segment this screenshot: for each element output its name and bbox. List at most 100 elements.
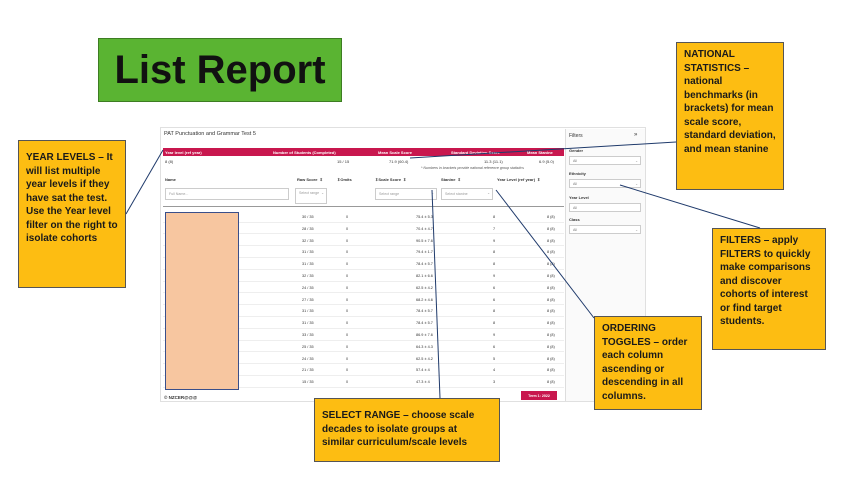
cell-omits: 0 xyxy=(346,297,349,302)
cell-stanine: 9 xyxy=(493,274,496,278)
cell-scale-score: 62.5 ± 4.2 xyxy=(416,356,433,361)
cell-stanine: 8 xyxy=(493,250,496,255)
col-header-omits[interactable]: ⬍Omits xyxy=(335,177,352,182)
cell-year-level: 8 (8) xyxy=(547,274,555,278)
sort-toggle-icon[interactable]: ⬍ xyxy=(537,177,540,182)
cell-stanine: 8 xyxy=(493,262,496,267)
cell-raw-score: 25 / 35 xyxy=(302,344,314,349)
ethnicity-filter-select[interactable]: All ⌄ xyxy=(569,179,641,188)
national-stats-values: 8 (8) 15 / 15 71.9 (60.4) 11.3 (11.1) 6.… xyxy=(163,157,564,164)
nat-val-mean-scale: 71.9 (60.4) xyxy=(389,159,409,164)
cell-year-level: 8 (8) xyxy=(547,262,555,267)
nat-header-sd: Standard Deviation Score xyxy=(451,150,500,155)
col-header-stanine[interactable]: Stanine ⬍ xyxy=(441,177,461,182)
ethnicity-filter-label: Ethnicity xyxy=(569,171,586,176)
cell-scale-score: 62.5 ± 4.2 xyxy=(416,285,433,290)
cell-raw-score: 21 / 35 xyxy=(302,368,314,373)
nat-header-students: Number of Students (Completed) xyxy=(273,150,336,155)
nzcer-logo: © NZCER@@@ xyxy=(164,395,198,400)
sort-toggle-icon[interactable]: ⬍ xyxy=(457,177,460,182)
gender-filter-value: All xyxy=(573,159,577,163)
cell-stanine: 9 xyxy=(493,238,496,243)
cell-year-level: 8 (8) xyxy=(547,309,555,314)
cell-omits: 0 xyxy=(346,226,349,231)
callout-year-levels: YEAR LEVELS – It will list multiple year… xyxy=(18,140,126,288)
col-name-label: Name xyxy=(165,177,176,182)
filters-title: Filters xyxy=(569,133,583,139)
chevron-down-icon: ⌄ xyxy=(487,191,490,195)
cell-raw-score: 31 / 35 xyxy=(302,321,314,326)
cell-stanine: 6 xyxy=(493,344,496,349)
cell-year-level: 8 (8) xyxy=(547,238,555,243)
cell-omits: 0 xyxy=(346,262,349,267)
cell-scale-score: 47.3 ± 4 xyxy=(416,380,430,385)
cell-year-level: 8 (8) xyxy=(547,285,555,290)
nat-header-mean-scale: Mean Scale Score xyxy=(378,150,413,155)
col-header-year[interactable]: Year Level (ref year) ⬍ xyxy=(497,177,540,182)
cell-stanine: 8 xyxy=(493,309,496,314)
collapse-icon[interactable]: » xyxy=(634,132,637,138)
cell-stanine: 4 xyxy=(493,368,496,373)
scale-range-select[interactable]: Select range ⌄ xyxy=(375,188,437,200)
col-stanine-label: Stanine xyxy=(441,177,456,182)
test-title: PAT Punctuation and Grammar Test 5 xyxy=(164,131,256,137)
term-button[interactable]: Term 1: 2022 xyxy=(521,391,557,400)
cell-stanine: 5 xyxy=(493,356,496,361)
raw-range-select[interactable]: Select range ⌄ xyxy=(295,188,327,204)
redacted-names-block xyxy=(165,212,239,390)
cell-scale-score: 64.3 ± 4.3 xyxy=(416,344,433,349)
cell-omits: 0 xyxy=(346,274,349,278)
callout-ordering-toggles: ORDERING TOGGLES – order each column asc… xyxy=(594,316,702,410)
class-filter-select[interactable]: All ⌄ xyxy=(569,225,641,234)
chevron-down-icon: ⌄ xyxy=(635,228,638,232)
cell-stanine: 9 xyxy=(493,333,496,337)
cell-omits: 0 xyxy=(346,333,349,337)
cell-year-level: 8 (8) xyxy=(547,333,555,337)
cell-scale-score: 82.1 ± 6.6 xyxy=(416,274,433,278)
nat-val-stanine: 6.9 (5.0) xyxy=(539,159,554,164)
cell-raw-score: 31 / 35 xyxy=(302,262,314,267)
col-header-scale[interactable]: ⬍Scale Score ⬍ xyxy=(373,177,406,182)
connector-year xyxy=(125,149,164,215)
cell-year-level: 8 (8) xyxy=(547,356,555,361)
col-header-raw[interactable]: Raw Score ⬍ xyxy=(297,177,323,182)
cell-scale-score: 75.4 ± 5.3 xyxy=(416,215,433,219)
cell-raw-score: 31 / 35 xyxy=(302,250,314,255)
cell-omits: 0 xyxy=(346,356,349,361)
gender-filter-select[interactable]: All ⌄ xyxy=(569,156,641,165)
stanine-range-label: Select stanine xyxy=(445,192,468,196)
cell-raw-score: 15 / 35 xyxy=(302,380,314,385)
cell-omits: 0 xyxy=(346,309,349,314)
cell-omits: 0 xyxy=(346,321,349,326)
callout-filters: FILTERS – apply FILTERS to quickly make … xyxy=(712,228,826,350)
col-omits-label: Omits xyxy=(340,177,352,182)
scale-range-label: Select range xyxy=(379,192,400,196)
class-filter-value: All xyxy=(573,228,577,232)
sort-toggle-icon[interactable]: ⬍ xyxy=(403,177,406,182)
nat-header-year: Year level (ref year) xyxy=(165,150,202,155)
col-header-name[interactable]: Name xyxy=(165,177,176,182)
cell-scale-score: 70.4 ± 4.7 xyxy=(416,226,433,231)
name-search-input[interactable]: Full Name... xyxy=(165,188,289,200)
cell-scale-score: 78.4 ± 5.7 xyxy=(416,309,433,314)
year-filter-select[interactable]: All xyxy=(569,203,641,212)
cell-omits: 0 xyxy=(346,344,349,349)
cell-stanine: 8 xyxy=(493,321,496,326)
cell-year-level: 8 (8) xyxy=(547,368,555,373)
cell-raw-score: 30 / 35 xyxy=(302,215,314,219)
col-year-label: Year Level (ref year) xyxy=(497,177,536,182)
national-stats-header: Year level (ref year) Number of Students… xyxy=(163,148,564,156)
cell-scale-score: 68.2 ± 4.6 xyxy=(416,297,433,302)
cell-scale-score: 78.4 ± 5.7 xyxy=(416,321,433,326)
stanine-range-select[interactable]: Select stanine ⌄ xyxy=(441,188,493,200)
cell-omits: 0 xyxy=(346,380,349,385)
year-filter-value: All xyxy=(573,206,577,210)
term-button-label: Term 1: 2022 xyxy=(528,393,550,398)
cell-raw-score: 32 / 35 xyxy=(302,274,314,278)
cell-omits: 0 xyxy=(346,368,349,373)
sort-toggle-icon[interactable]: ⬍ xyxy=(319,177,322,182)
cell-year-level: 8 (8) xyxy=(547,380,555,385)
cell-raw-score: 24 / 35 xyxy=(302,356,314,361)
cell-stanine: 3 xyxy=(493,380,496,385)
nat-val-sd: 11.3 (11.1) xyxy=(484,159,503,164)
